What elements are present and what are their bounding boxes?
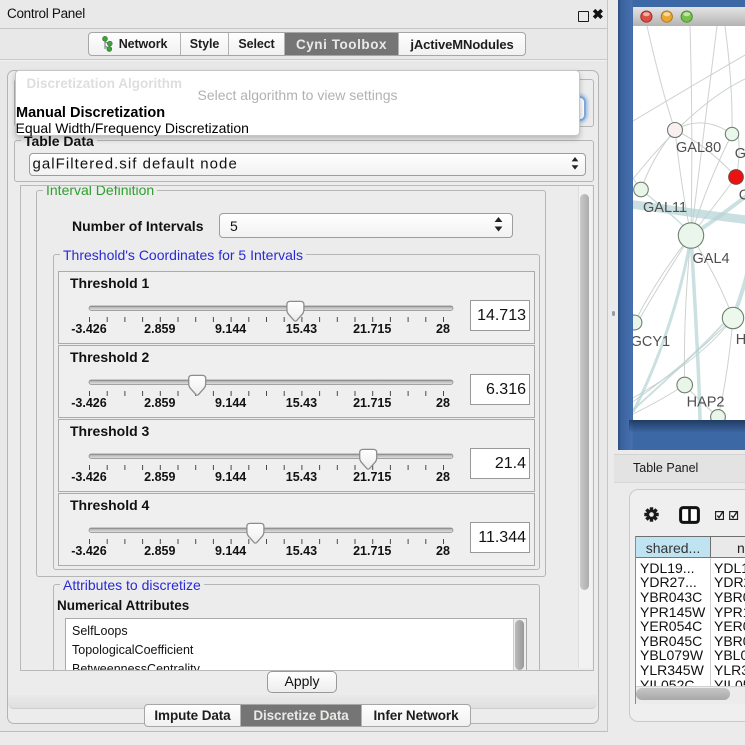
svg-text:28: 28 [436, 396, 450, 410]
svg-text:15.43: 15.43 [286, 322, 317, 336]
svg-text:28: 28 [436, 322, 450, 336]
svg-text:15.43: 15.43 [286, 470, 317, 484]
svg-text:21.715: 21.715 [353, 322, 391, 336]
svg-text:15.43: 15.43 [286, 396, 317, 410]
svg-text:-3.426: -3.426 [71, 322, 106, 336]
svg-text:21.715: 21.715 [353, 396, 391, 410]
svg-text:-3.426: -3.426 [71, 396, 106, 410]
svg-text:-3.426: -3.426 [71, 470, 106, 484]
svg-text:GA: GA [735, 146, 745, 162]
svg-text:9.144: 9.144 [215, 322, 246, 336]
svg-text:15.43: 15.43 [286, 544, 317, 558]
svg-text:GAL11: GAL11 [643, 200, 687, 216]
svg-text:9.144: 9.144 [215, 396, 246, 410]
svg-text:21.715: 21.715 [353, 544, 391, 558]
svg-text:2.859: 2.859 [144, 544, 175, 558]
svg-text:2.859: 2.859 [144, 396, 175, 410]
svg-text:21.715: 21.715 [353, 470, 391, 484]
svg-text:9.144: 9.144 [215, 544, 246, 558]
svg-text:9.144: 9.144 [215, 470, 246, 484]
svg-text:HAP2: HAP2 [687, 395, 725, 411]
svg-text:C: C [739, 188, 745, 204]
svg-text:28: 28 [436, 470, 450, 484]
svg-text:28: 28 [436, 544, 450, 558]
svg-text:-3.426: -3.426 [71, 544, 106, 558]
svg-text:GAL80: GAL80 [676, 140, 721, 156]
svg-text:H: H [736, 332, 745, 348]
svg-text:2.859: 2.859 [144, 322, 175, 336]
svg-text:GAL4: GAL4 [693, 251, 730, 267]
svg-text:2.859: 2.859 [144, 470, 175, 484]
svg-text:GCY1: GCY1 [633, 334, 670, 350]
